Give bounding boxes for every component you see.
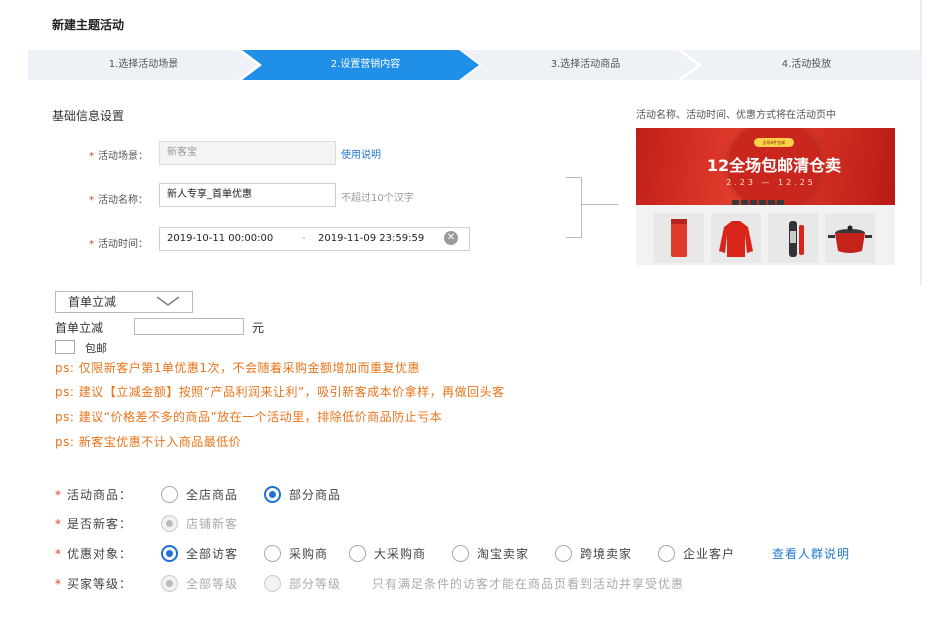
name-label: * 活动名称： [48, 191, 148, 206]
section-title: 基础信息设置 [52, 109, 125, 123]
step-3[interactable]: 3.选择活动商品 [472, 50, 699, 80]
time-label-text: 活动时间： [98, 239, 148, 250]
preview-products [636, 205, 895, 265]
connector-line [582, 204, 618, 205]
option-all-products[interactable]: 全店商品 [186, 486, 238, 503]
products-label: * 活动商品： [55, 486, 132, 503]
radio-some-levels [264, 575, 281, 592]
required-mark: * [55, 577, 62, 591]
end-time[interactable]: 2019-11-09 23:59:59 [318, 228, 424, 250]
discount-type-value: 首单立减 [68, 295, 117, 309]
option-enterprise-customers[interactable]: 企业客户 [683, 545, 735, 562]
required-mark: * [55, 547, 62, 561]
discount-type-select[interactable]: 首单立减 [55, 291, 193, 313]
banner-date: 2.23 — 12.25 [726, 178, 816, 187]
preview-banner: 全场4件包邮 12全场包邮清仓卖 2.23 — 12.25 [636, 128, 895, 205]
scene-field: 新客宝 [159, 141, 336, 165]
buyer-level-hint: 只有满足条件的访客才能在商品页看到活动并享受优惠 [372, 577, 685, 591]
amount-unit: 元 [252, 321, 265, 335]
radio-all-products[interactable] [161, 486, 178, 503]
note-1: ps: 仅限新客户第1单优惠1次，不会随着采购金额增加而重复优惠 [55, 361, 420, 375]
clear-time-icon[interactable]: ✕ [444, 231, 458, 245]
option-some-products[interactable]: 部分商品 [289, 486, 341, 503]
radio-some-products[interactable] [264, 486, 281, 503]
required-mark: * [89, 151, 94, 162]
required-mark: * [89, 195, 94, 206]
radio-all-visitors[interactable] [161, 545, 178, 562]
required-mark: * [89, 239, 94, 250]
radio-big-buyers[interactable] [349, 545, 366, 562]
battery-pack-image [654, 213, 704, 263]
range-separator: - [302, 233, 306, 244]
option-all-visitors[interactable]: 全部访客 [186, 545, 238, 562]
connector-bracket [566, 177, 582, 238]
radio-all-levels [161, 575, 178, 592]
radio-crossborder-sellers[interactable] [555, 545, 572, 562]
scene-label: * 活动场景： [48, 147, 148, 162]
page-title: 新建主题活动 [52, 18, 125, 32]
cooking-pot-image [825, 213, 875, 263]
bottle-image [768, 213, 818, 263]
option-all-levels: 全部等级 [186, 577, 239, 591]
option-buyers[interactable]: 采购商 [289, 545, 328, 562]
step-progress: 1.选择活动场景 2.设置营销内容 3.选择活动商品 4.活动投放 [28, 50, 921, 80]
option-big-buyers[interactable]: 大采购商 [374, 545, 426, 562]
time-label: * 活动时间： [48, 235, 148, 250]
note-4: ps: 新客宝优惠不计入商品最低价 [55, 435, 242, 449]
new-customer-label-text: 是否新客： [67, 517, 133, 531]
products-label-text: 活动商品： [67, 488, 133, 502]
buyer-level-label-text: 买家等级： [67, 577, 133, 591]
note-2: ps: 建议【立减金额】按照“产品利润来让利”，吸引新客成本价拿样，再做回头客 [55, 385, 505, 399]
required-mark: * [55, 517, 62, 531]
audience-guide-link[interactable]: 查看人群说明 [772, 545, 850, 562]
name-label-text: 活动名称： [98, 195, 148, 206]
buyer-level-label: * 买家等级： [55, 575, 132, 592]
target-label: * 优惠对象： [55, 545, 132, 562]
discount-amount-input[interactable] [134, 318, 244, 335]
banner-title: 12全场包邮清仓卖 [706, 156, 842, 175]
option-taobao-sellers[interactable]: 淘宝卖家 [477, 545, 529, 562]
target-label-text: 优惠对象： [67, 547, 133, 561]
radio-taobao-sellers[interactable] [452, 545, 469, 562]
banner-tag: 全场4件包邮 [754, 138, 794, 147]
free-shipping-checkbox[interactable] [55, 340, 75, 354]
step-4[interactable]: 4.活动投放 [692, 50, 921, 80]
usage-guide-link[interactable]: 使用说明 [341, 146, 381, 161]
required-mark: * [55, 488, 62, 502]
name-hint: 不超过10个汉字 [341, 193, 414, 204]
new-customer-label: * 是否新客： [55, 515, 132, 532]
activity-time-range[interactable]: 2019-10-11 00:00:00 - 2019-11-09 23:59:5… [159, 227, 470, 251]
option-store-new-customer: 店铺新客 [186, 517, 239, 531]
start-time[interactable]: 2019-10-11 00:00:00 [167, 233, 273, 244]
scene-label-text: 活动场景： [98, 151, 148, 162]
chevron-down-icon [156, 296, 180, 306]
step-2[interactable]: 2.设置营销内容 [252, 50, 479, 80]
option-crossborder-sellers[interactable]: 跨境卖家 [580, 545, 632, 562]
free-shipping-label: 包邮 [85, 342, 107, 355]
red-jacket-image [711, 213, 761, 263]
step-1[interactable]: 1.选择活动场景 [28, 50, 259, 80]
radio-buyers[interactable] [264, 545, 281, 562]
radio-store-new-customer [161, 515, 178, 532]
radio-enterprise-customers[interactable] [658, 545, 675, 562]
note-3: ps: 建议“价格差不多的商品”放在一个活动里，排除低价商品防止亏本 [55, 410, 443, 424]
preview-note: 活动名称、活动时间、优惠方式将在活动页中 [636, 110, 836, 121]
option-some-levels: 部分等级 [289, 577, 342, 591]
activity-name-input[interactable]: 新人专享_首单优惠 [159, 183, 336, 207]
panel-border [920, 0, 922, 285]
amount-label: 首单立减 [55, 321, 104, 335]
